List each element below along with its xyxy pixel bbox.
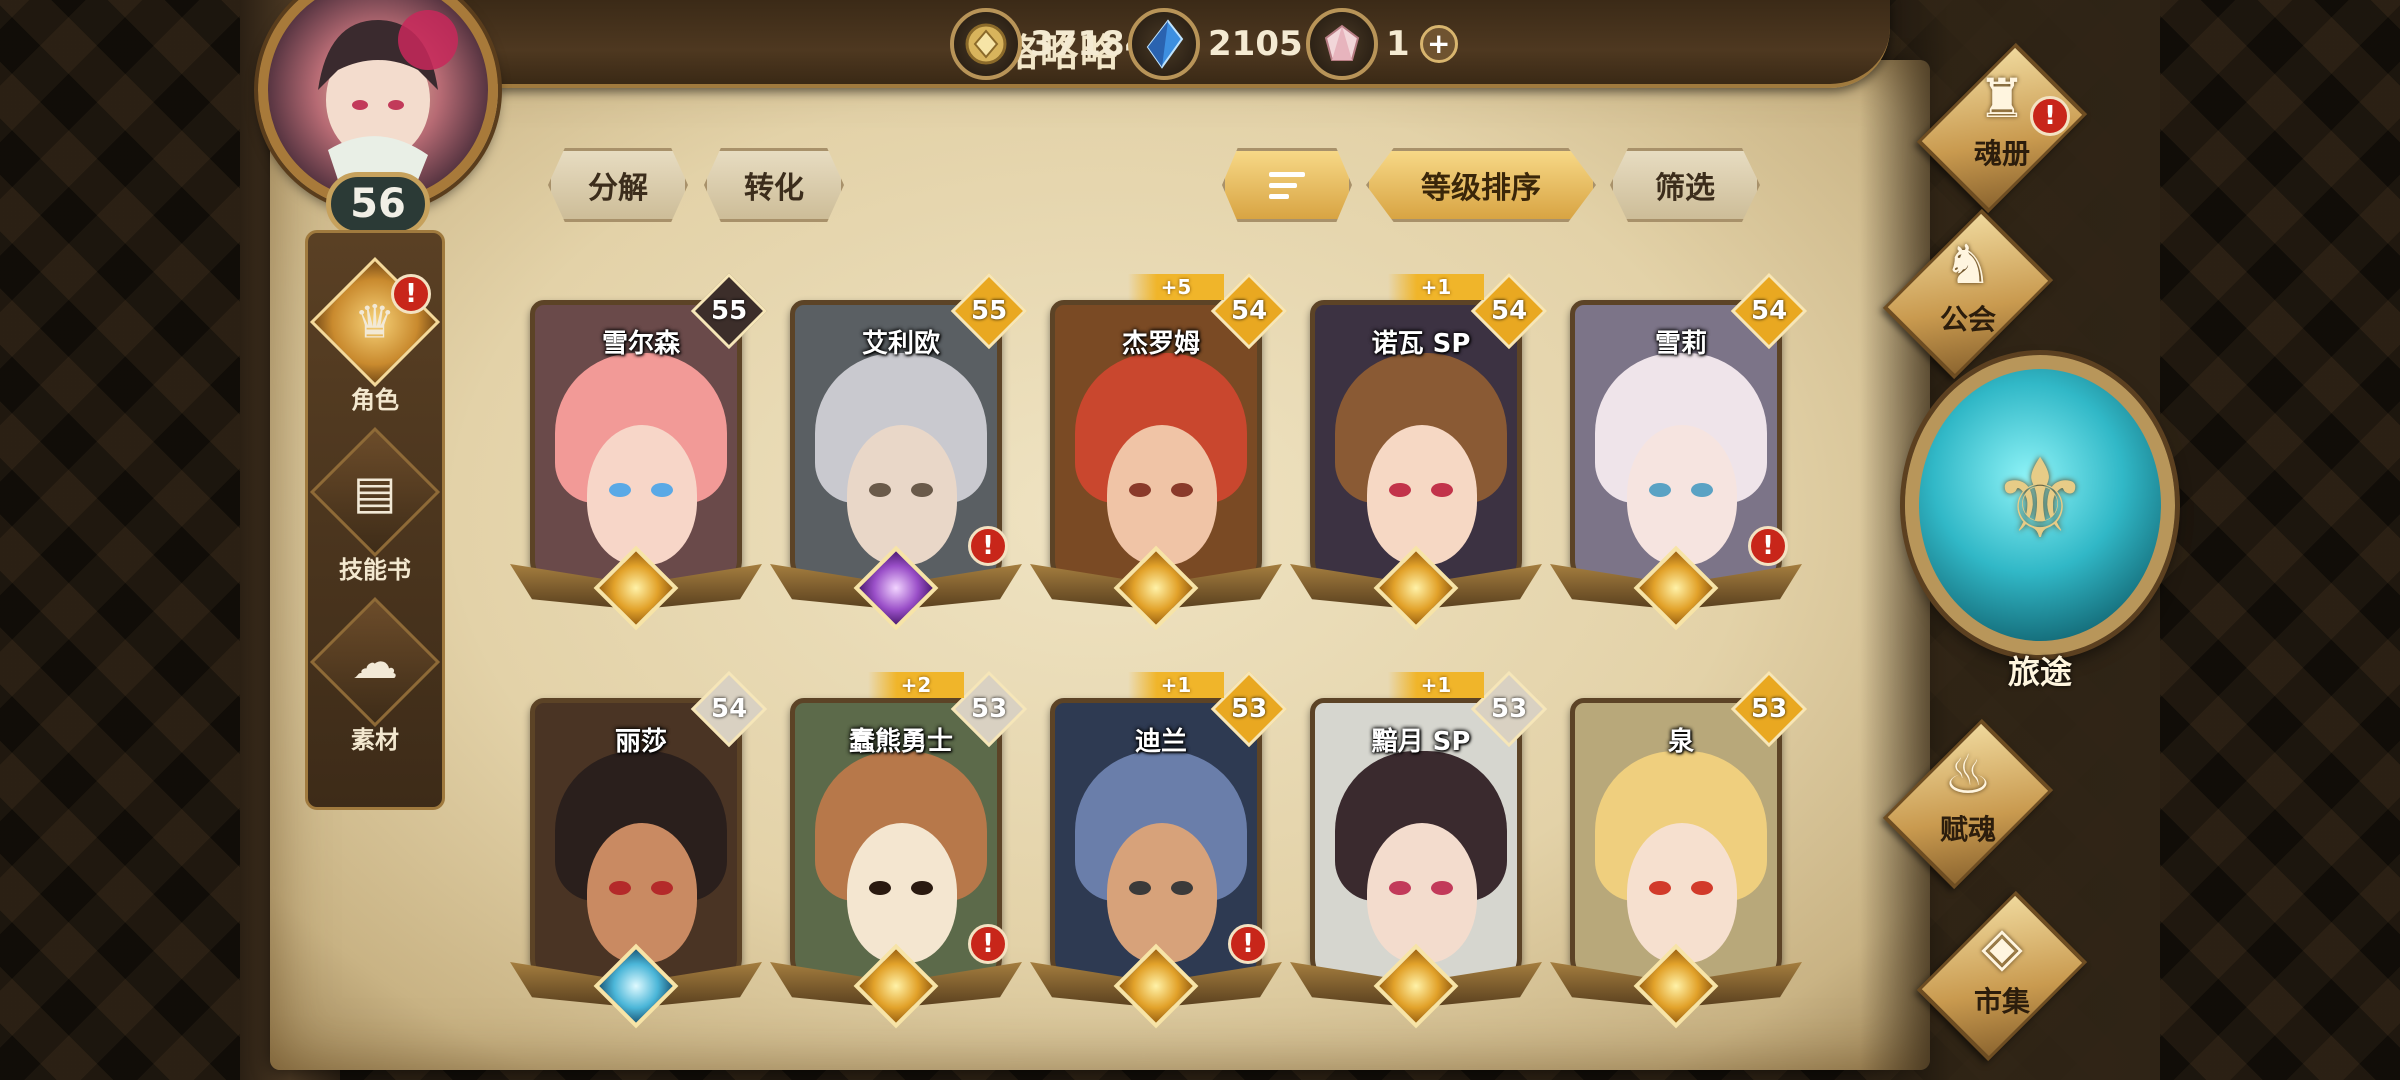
sort-by-level-button[interactable]: 等级排序 [1366, 148, 1596, 222]
top-bar: 略略略 371843 2105 1 + [330, 0, 1890, 88]
rank-crest-icon [853, 545, 939, 631]
character-card[interactable]: 黯月 SP 53 +1 [1290, 670, 1548, 1033]
skill-book-icon: ▤ [353, 465, 397, 519]
rank-wings [1290, 943, 1542, 1029]
journey-emblem-icon: ⚜ [1990, 435, 2090, 563]
character-alert-badge: ! [968, 924, 1008, 964]
player-avatar[interactable]: 56 [240, 0, 520, 240]
guild-icon: ♞ [1943, 232, 1993, 296]
rank-crest-icon [593, 943, 679, 1029]
rank-crest-icon [1373, 943, 1459, 1029]
enhance-level-tag: +1 [1388, 672, 1484, 698]
rank-crest-icon [1633, 943, 1719, 1029]
soul-book-alert-badge: ! [2030, 96, 2070, 136]
character-card[interactable]: 诺瓦 SP 54 +1 [1290, 272, 1548, 635]
soul-book-icon: ♜ [1977, 66, 2027, 130]
rank-wings [1290, 545, 1542, 631]
nav-item-material[interactable]: ☁ 素材 [305, 596, 445, 762]
guild-label: 公会 [1939, 302, 1996, 336]
soul-infuse-button[interactable]: ♨ 赋魂 [1868, 718, 2068, 890]
material-icon: ☁ [352, 635, 398, 689]
enhance-level-tag: +1 [1128, 672, 1224, 698]
enhance-level-tag: +1 [1388, 274, 1484, 300]
character-alert-badge: ! [1228, 924, 1268, 964]
player-level-badge: 56 [326, 172, 430, 236]
rank-crest-icon [1373, 545, 1459, 631]
enhance-level-tag: +5 [1128, 274, 1224, 300]
character-card[interactable]: 艾利欧 55! [770, 272, 1028, 635]
character-card[interactable]: 雪尔森 55 [510, 272, 768, 635]
character-card[interactable]: 迪兰 53 +1! [1030, 670, 1288, 1033]
rank-crest-icon [1113, 943, 1199, 1029]
journey-button[interactable]: ⚜ 旅途 [1895, 345, 2185, 725]
nav-item-character[interactable]: ♛ 角色 ! [305, 256, 445, 422]
gold-coin-icon [950, 8, 1022, 80]
character-card[interactable]: 泉 53 [1550, 670, 1808, 1033]
soul-infuse-label: 赋魂 [1939, 812, 1996, 846]
crystal-amount: 2105 [1208, 24, 1303, 64]
character-card[interactable]: 蠢熊勇士 53 +2! [770, 670, 1028, 1033]
character-card[interactable]: 杰罗姆 54 +5 [1030, 272, 1288, 635]
pink-gem-icon [1306, 8, 1378, 80]
character-card[interactable]: 雪莉 54! [1550, 272, 1808, 635]
blue-crystal-icon [1128, 8, 1200, 80]
nav-item-skill-book[interactable]: ▤ 技能书 [305, 426, 445, 592]
market-label: 市集 [1973, 984, 2030, 1018]
currency-crystal: 2105 [1128, 8, 1303, 80]
character-alert-badge: ! [391, 274, 431, 314]
character-alert-badge: ! [968, 526, 1008, 566]
journey-label: 旅途 [2007, 653, 2072, 691]
character-alert-badge: ! [1748, 526, 1788, 566]
decompose-button[interactable]: 分解 [548, 148, 688, 222]
convert-button[interactable]: 转化 [704, 148, 844, 222]
rank-crest-icon [1633, 545, 1719, 631]
rank-crest-icon [853, 943, 939, 1029]
sort-icon [1269, 171, 1305, 199]
market-button[interactable]: ◈ 市集 [1902, 890, 2102, 1062]
soul-book-button[interactable]: ♜ 魂册 ! [1902, 42, 2102, 214]
character-icon: ♛ [354, 295, 396, 349]
rank-wings [510, 545, 762, 631]
soul-book-label: 魂册 [1973, 136, 2030, 170]
gem-icon: ◈ [1981, 914, 2023, 978]
gem-amount: 1 [1386, 24, 1410, 64]
rank-crest-icon [593, 545, 679, 631]
rank-wings [1030, 545, 1282, 631]
rank-wings [1550, 943, 1802, 1029]
character-card[interactable]: 丽莎 54 [510, 670, 768, 1033]
rank-crest-icon [1113, 545, 1199, 631]
currency-gem: 1 + [1306, 8, 1458, 80]
enhance-level-tag: +2 [868, 672, 964, 698]
sort-order-button[interactable] [1222, 148, 1352, 222]
add-gem-button[interactable]: + [1419, 25, 1458, 63]
flame-icon: ♨ [1943, 742, 1993, 806]
filter-button[interactable]: 筛选 [1610, 148, 1760, 222]
rank-wings [510, 943, 762, 1029]
